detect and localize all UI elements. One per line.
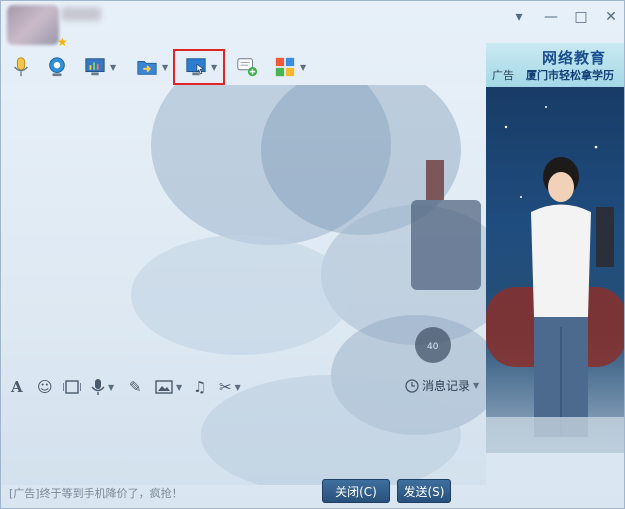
message-history-button[interactable]: 消息记录 ▼ — [405, 377, 479, 394]
emoji-icon: ☺ — [37, 378, 53, 396]
monitor-chart-icon — [85, 58, 105, 76]
contact-avatar[interactable] — [7, 5, 59, 45]
ad-tag: 广告 — [492, 69, 514, 82]
minimize-button[interactable]: — — [541, 7, 561, 27]
scissors-icon: ✂ — [219, 378, 232, 396]
footer-ad-link[interactable]: [广告]终于等到手机降价了，疯抢！ — [9, 485, 183, 501]
webcam-icon — [49, 57, 65, 77]
app-grid-icon — [275, 57, 295, 77]
create-discussion-button[interactable] — [235, 49, 259, 85]
ad-illustration — [486, 106, 624, 453]
screen-share-highlight — [173, 49, 225, 85]
chevron-down-icon[interactable]: ▼ — [473, 381, 479, 390]
chevron-down-icon[interactable]: ▼ — [162, 63, 168, 72]
image-button[interactable]: ▼ — [155, 377, 182, 397]
chat-background: 40 — [1, 85, 486, 485]
close-button[interactable]: 关闭(C) — [322, 479, 390, 503]
send-file-button[interactable]: ▼ — [135, 49, 168, 85]
chevron-down-icon[interactable]: ▼ — [300, 63, 306, 72]
maximize-button[interactable]: □ — [571, 7, 591, 27]
remote-desktop-button[interactable]: ▼ — [83, 49, 116, 85]
star-icon: ★ — [57, 35, 68, 49]
chevron-down-icon[interactable]: ▼ — [108, 383, 114, 392]
music-button[interactable]: ♫ — [193, 377, 206, 397]
voice-message-icon — [91, 379, 105, 395]
ad-subtitle: 厦门市轻松拿学历 — [526, 69, 614, 82]
image-icon — [155, 380, 173, 394]
screenshot-button[interactable]: ✂ ▼ — [219, 377, 241, 397]
chat-add-icon — [237, 58, 258, 77]
apps-button[interactable]: ▼ — [273, 49, 306, 85]
chat-toolbar: ▼ ▼ ▼ ▼ — [1, 49, 486, 85]
emoji-button[interactable]: ☺ — [37, 377, 53, 397]
clock-icon — [405, 378, 419, 393]
gif-icon — [63, 380, 81, 394]
message-history-label: 消息记录 — [422, 379, 471, 393]
voice-call-button[interactable] — [9, 49, 33, 85]
microphone-icon — [14, 57, 28, 77]
folder-arrow-icon — [137, 61, 157, 75]
ad-title: 网络教育 — [542, 49, 607, 67]
ad-panel[interactable]: 网络教育 广告 厦门市轻松拿学历 — [486, 43, 624, 453]
ad-banner[interactable]: 网络教育 广告 厦门市轻松拿学历 — [486, 43, 624, 87]
font-button[interactable]: A — [11, 377, 23, 397]
menu-dropdown-button[interactable]: ▾ — [509, 7, 529, 27]
music-icon: ♫ — [193, 378, 207, 396]
edit-button[interactable]: ✎ — [129, 377, 142, 397]
svg-text:40: 40 — [427, 342, 439, 352]
gif-button[interactable] — [63, 377, 81, 397]
chevron-down-icon[interactable]: ▼ — [176, 383, 182, 392]
voice-message-button[interactable]: ▼ — [91, 377, 114, 397]
send-button[interactable]: 发送(S) — [397, 479, 451, 503]
font-icon: A — [11, 378, 23, 396]
edit-icon: ✎ — [129, 378, 142, 396]
contact-name — [61, 7, 101, 21]
chevron-down-icon[interactable]: ▼ — [110, 63, 116, 72]
video-call-button[interactable] — [45, 49, 69, 85]
train-illustration: 40 — [411, 160, 481, 363]
chat-window: 40 ★ ▾ — □ ✕ ▼ ▼ ▼ ▼ 网络教育 广告 厦门市轻松拿学历 A … — [0, 0, 625, 509]
close-window-button[interactable]: ✕ — [601, 7, 621, 27]
chevron-down-icon[interactable]: ▼ — [235, 383, 241, 392]
